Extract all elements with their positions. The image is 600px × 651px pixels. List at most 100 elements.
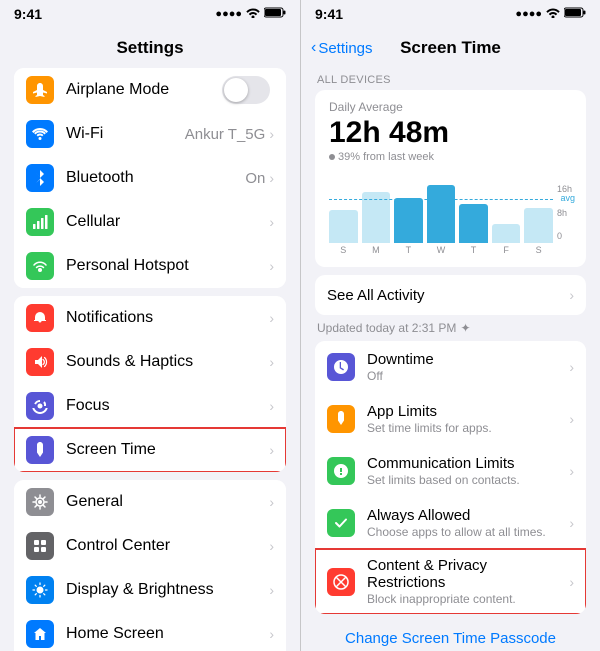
app-limits-subtitle: Set time limits for apps. [367, 421, 569, 435]
wifi-icon [246, 7, 260, 21]
notifications-item[interactable]: Notifications › [14, 296, 286, 340]
bar-label-3: W [437, 245, 446, 255]
bluetooth-item[interactable]: Bluetooth On › [14, 156, 286, 200]
airplane-label: Airplane Mode [66, 81, 222, 99]
airplane-mode-item[interactable]: Airplane Mode [14, 68, 286, 112]
bar-col-F-5: F [492, 185, 521, 255]
app-limits-text: App LimitsSet time limits for apps. [367, 403, 569, 435]
general-icon [26, 488, 54, 516]
daily-avg-change: 39% from last week [329, 151, 572, 163]
control-center-label: Control Center [66, 537, 269, 555]
comm-limits-chevron: › [569, 463, 574, 479]
sounds-item[interactable]: Sounds & Haptics › [14, 340, 286, 384]
general-chevron: › [269, 494, 274, 510]
control-center-item[interactable]: Control Center › [14, 524, 286, 568]
bar-label-1: M [372, 245, 380, 255]
updated-label: Updated today at 2:31 PM ✦ [301, 319, 600, 341]
general-item[interactable]: General › [14, 480, 286, 524]
downtime-text: DowntimeOff [367, 351, 569, 383]
display-icon [26, 576, 54, 604]
content-privacy-title: Content & Privacy Restrictions [367, 557, 569, 591]
see-all-row[interactable]: See All Activity › [315, 275, 586, 315]
focus-chevron: › [269, 398, 274, 414]
toggle-knob [224, 78, 248, 102]
settings-group-3: General › Control Center › Display & Bri… [14, 480, 286, 651]
right-panel: 9:41 ●●●● ‹ Settings Screen Time ALL DEV… [300, 0, 600, 651]
y-label-0: 0 [557, 232, 572, 241]
bluetooth-value: On [245, 170, 265, 187]
settings-title: Settings [116, 38, 183, 58]
app-limits-icon [327, 405, 355, 433]
bar-5 [492, 224, 521, 243]
all-devices-label: ALL DEVICES [301, 68, 600, 90]
change-passcode-row: Change Screen Time Passcode [301, 622, 600, 651]
bar-0 [329, 210, 358, 243]
time-right: 9:41 [315, 6, 343, 22]
wifi-label: Wi-Fi [66, 125, 185, 143]
left-panel: 9:41 ●●●● Settings Airplane Mode [0, 0, 300, 651]
hotspot-chevron: › [269, 258, 274, 274]
screen-time-nav: ‹ Settings Screen Time [301, 28, 600, 68]
control-center-icon [26, 532, 54, 560]
bar-label-2: T [406, 245, 412, 255]
st-item-app-limits[interactable]: App LimitsSet time limits for apps.› [315, 393, 586, 445]
app-limits-chevron: › [569, 411, 574, 427]
bar-col-M-1: M [362, 185, 391, 255]
downtime-chevron: › [569, 359, 574, 375]
back-button[interactable]: ‹ Settings [311, 39, 373, 57]
battery-icon [264, 7, 286, 21]
sounds-label: Sounds & Haptics [66, 353, 269, 371]
st-item-content-privacy[interactable]: Content & Privacy RestrictionsBlock inap… [315, 549, 586, 614]
sparkle-icon: ✦ [460, 321, 470, 335]
st-item-downtime[interactable]: DowntimeOff› [315, 341, 586, 393]
display-item[interactable]: Display & Brightness › [14, 568, 286, 612]
change-passcode-btn[interactable]: Change Screen Time Passcode [345, 630, 556, 647]
hotspot-item[interactable]: Personal Hotspot › [14, 244, 286, 288]
cellular-label: Cellular [66, 213, 269, 231]
bar-6 [524, 208, 553, 243]
downtime-title: Downtime [367, 351, 569, 368]
see-all-label: See All Activity [327, 287, 569, 304]
content-privacy-icon [327, 568, 355, 596]
avg-line [329, 199, 553, 200]
bar-col-S-0: S [329, 185, 358, 255]
wifi-value: Ankur T_5G [185, 126, 266, 143]
st-item-comm-limits[interactable]: Communication LimitsSet limits based on … [315, 445, 586, 497]
bar-label-4: T [471, 245, 477, 255]
hotspot-icon [26, 252, 54, 280]
focus-item[interactable]: Focus › [14, 384, 286, 428]
display-label: Display & Brightness [66, 581, 269, 599]
bar-col-W-3: W [427, 185, 456, 255]
wifi-icon-item [26, 120, 54, 148]
status-icons-right: ●●●● [515, 7, 586, 21]
focus-label: Focus [66, 397, 269, 415]
bar-4 [459, 204, 488, 243]
app-limits-title: App Limits [367, 403, 569, 420]
bluetooth-label: Bluetooth [66, 169, 245, 187]
signal-icon: ●●●● [215, 8, 242, 20]
comm-limits-subtitle: Set limits based on contacts. [367, 473, 569, 487]
airplane-icon [26, 76, 54, 104]
settings-group-2: Notifications › Sounds & Haptics › Focus… [14, 296, 286, 472]
settings-group-1: Airplane Mode Wi-Fi Ankur T_5G › Bluetoo… [14, 68, 286, 288]
airplane-toggle[interactable] [222, 76, 270, 104]
cellular-item[interactable]: Cellular › [14, 200, 286, 244]
wifi-icon-right [546, 7, 560, 21]
home-screen-icon [26, 620, 54, 648]
hotspot-label: Personal Hotspot [66, 257, 269, 275]
battery-icon-right [564, 7, 586, 21]
screen-time-icon [26, 436, 54, 464]
screen-time-item[interactable]: Screen Time › [14, 428, 286, 472]
bar-3 [427, 185, 456, 243]
cellular-chevron: › [269, 214, 274, 230]
wifi-chevron: › [269, 126, 274, 142]
notifications-icon [26, 304, 54, 332]
st-item-always-allowed[interactable]: Always AllowedChoose apps to allow at al… [315, 497, 586, 549]
signal-icon-right: ●●●● [515, 8, 542, 20]
daily-avg-time: 12h 48m [329, 116, 572, 149]
bar-col-T-2: T [394, 185, 423, 255]
bar-label-6: S [536, 245, 542, 255]
home-screen-item[interactable]: Home Screen › [14, 612, 286, 651]
y-label-8h: 8h [557, 209, 572, 218]
wifi-item[interactable]: Wi-Fi Ankur T_5G › [14, 112, 286, 156]
